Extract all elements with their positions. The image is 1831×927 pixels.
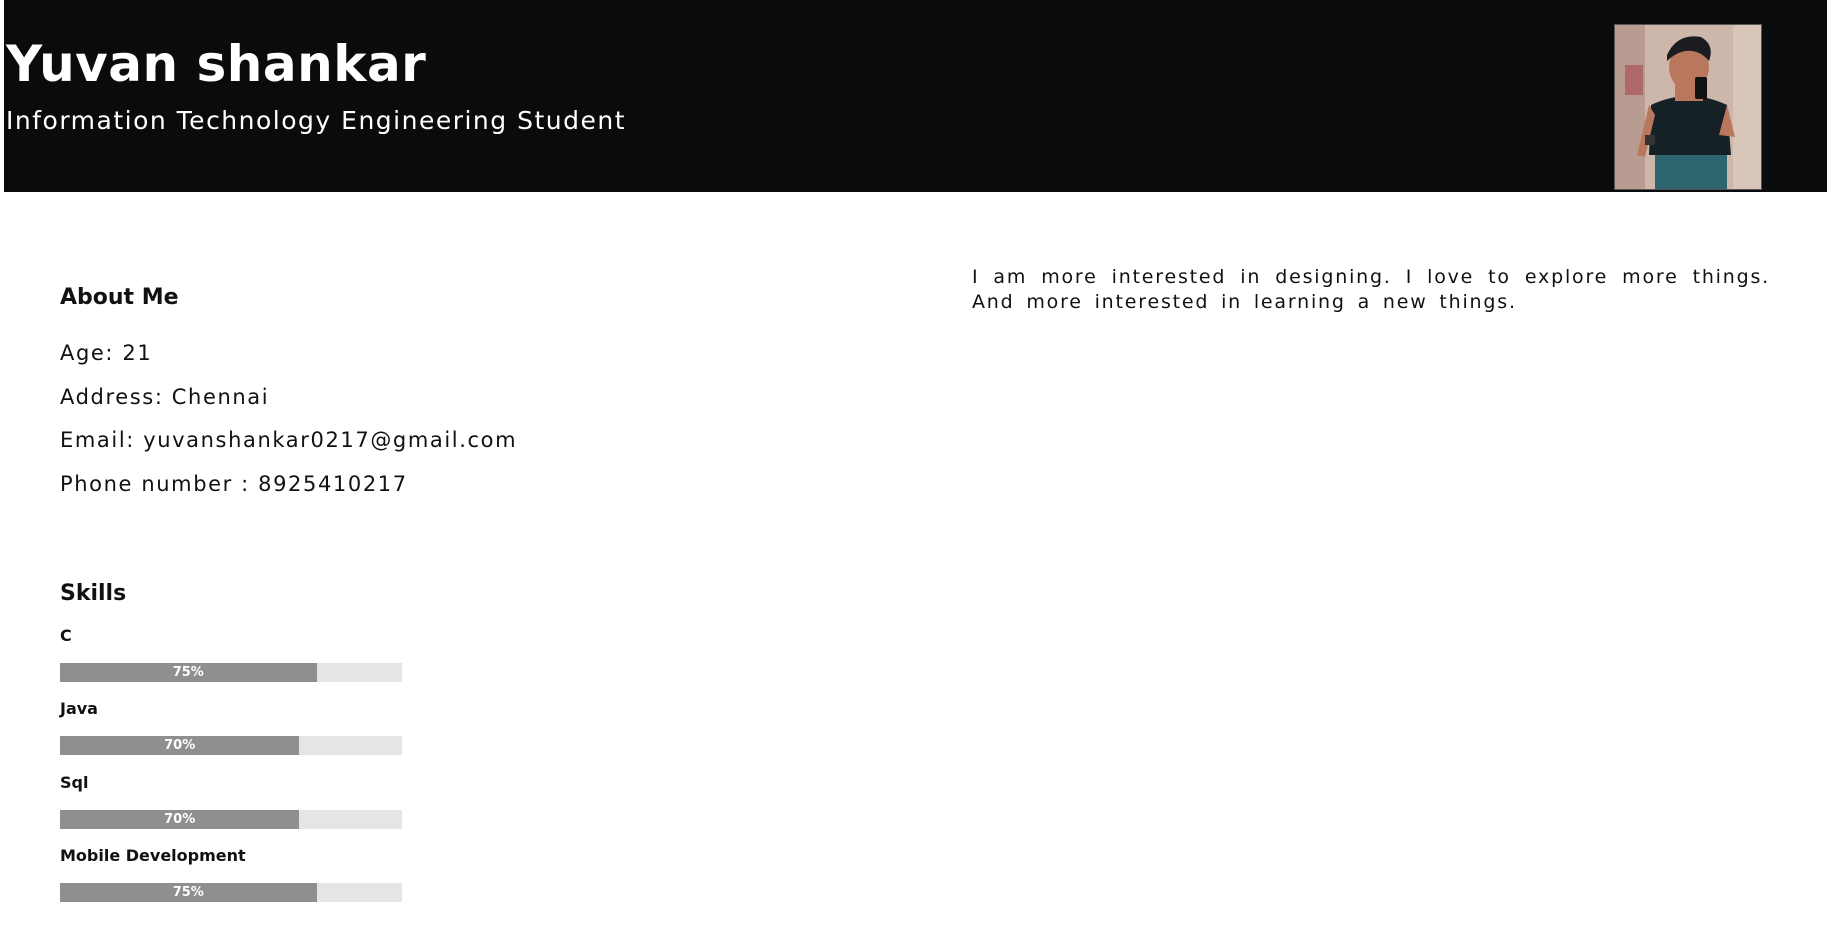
- skill-bar-c: 75%: [60, 663, 402, 682]
- skills-heading: Skills: [60, 581, 127, 606]
- profile-photo-icon: [1615, 25, 1761, 189]
- skill-bar-java: 70%: [60, 736, 402, 755]
- skill-fill-mobile-development: 75%: [60, 883, 317, 902]
- bio-paragraph: I am more interested in designing. I lov…: [972, 266, 1770, 313]
- profile-photo: [1614, 24, 1762, 190]
- address-text: Address: Chennai: [60, 385, 270, 409]
- person-name: Yuvan shankar: [6, 35, 427, 93]
- skill-fill-sql: 70%: [60, 810, 300, 829]
- skill-label-java: Java: [60, 699, 98, 718]
- resume-header: Yuvan shankar Information Technology Eng…: [4, 0, 1827, 192]
- skill-fill-c: 75%: [60, 663, 317, 682]
- skill-bar-mobile-development: 75%: [60, 883, 402, 902]
- skill-label-mobile-development: Mobile Development: [60, 846, 246, 865]
- age-text: Age: 21: [60, 341, 153, 365]
- skill-label-c: C: [60, 626, 72, 645]
- email-text: Email: yuvanshankar0217@gmail.com: [60, 428, 518, 452]
- skill-label-sql: Sql: [60, 773, 89, 792]
- phone-text: Phone number : 8925410217: [60, 472, 408, 496]
- skill-bar-sql: 70%: [60, 810, 402, 829]
- skill-fill-java: 70%: [60, 736, 300, 755]
- person-title: Information Technology Engineering Stude…: [6, 106, 627, 135]
- about-me-heading: About Me: [60, 285, 179, 310]
